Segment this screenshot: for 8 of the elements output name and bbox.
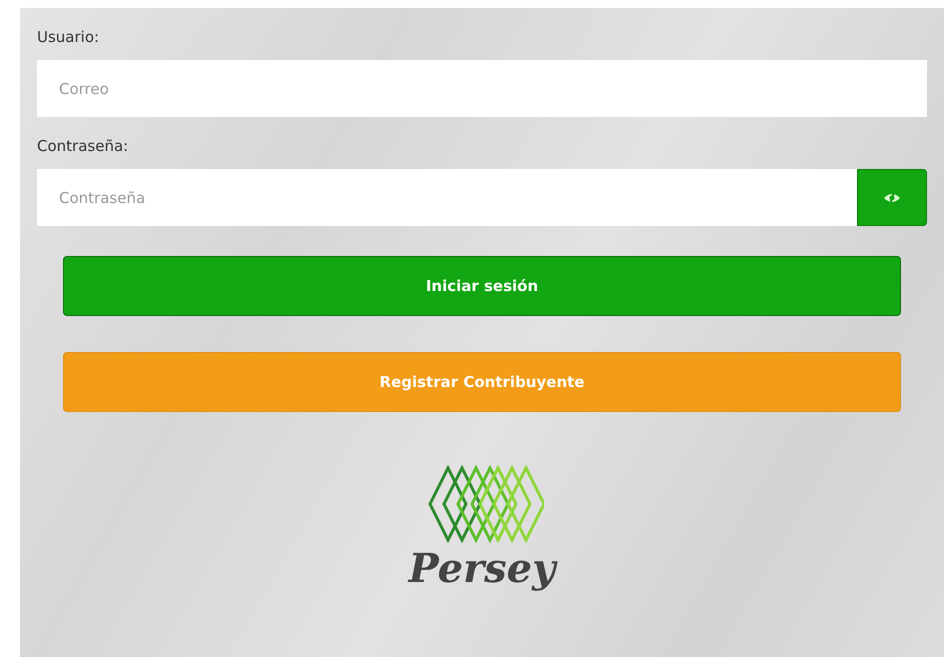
show-password-button[interactable] — [857, 169, 927, 226]
register-button[interactable]: Registrar Contribuyente — [63, 352, 901, 412]
field-label: Contraseña: — [37, 137, 128, 155]
field-label: Usuario: — [37, 28, 100, 46]
email-field[interactable]: Correo — [37, 60, 927, 117]
password-field[interactable]: Contraseña — [37, 169, 857, 226]
login-button[interactable]: Iniciar sesión — [63, 256, 901, 316]
logo-wordmark: Persey — [408, 546, 556, 592]
